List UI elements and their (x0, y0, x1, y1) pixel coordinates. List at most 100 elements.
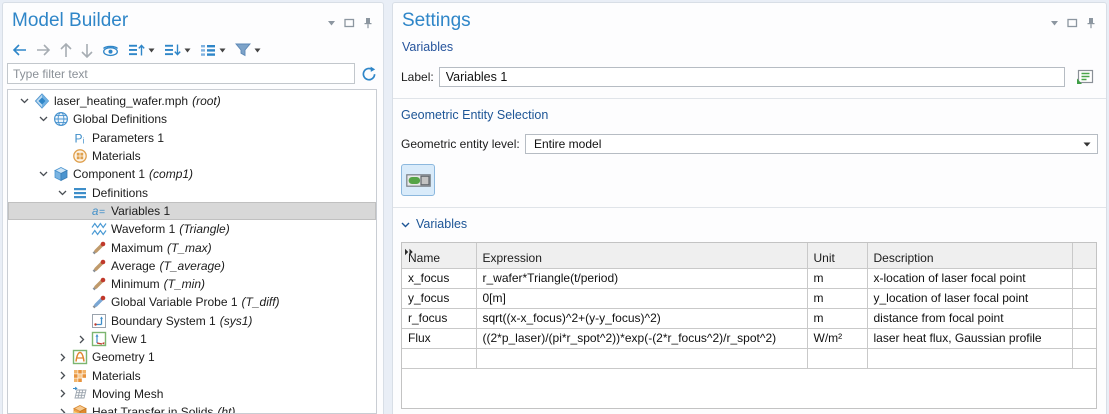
tree-item-global-variable-probe-1[interactable]: Global Variable Probe 1(T_diff) (8, 293, 376, 311)
table-row (402, 348, 1096, 368)
tree-item-definitions[interactable]: Definitions (8, 183, 376, 201)
table-blank-area[interactable] (402, 369, 1096, 409)
table-cell[interactable] (476, 348, 807, 368)
moving-mesh-icon (71, 386, 88, 402)
table-cell[interactable] (1072, 268, 1096, 288)
tree-item-variables-1[interactable]: a=Variables 1 (8, 202, 376, 220)
table-cell[interactable]: m (807, 288, 867, 308)
filter-funnel-button[interactable] (235, 43, 261, 57)
comsol-app: Model Builder laser_heating_wafer.mph(ro… (0, 0, 1109, 414)
table-cell[interactable]: distance from focal point (867, 308, 1072, 328)
tree-item-boundary-system-1[interactable]: Boundary System 1(sys1) (8, 312, 376, 330)
column-header-label: Unit (814, 251, 835, 265)
column-header-label: Description (874, 251, 934, 265)
chevron-collapsed-icon[interactable] (54, 353, 71, 362)
forward-arrow-button[interactable] (36, 44, 51, 56)
global-probe-icon (90, 294, 107, 310)
back-arrow-button[interactable] (12, 44, 27, 56)
table-cell[interactable]: m (807, 308, 867, 328)
show-eye-button[interactable] (102, 44, 119, 57)
table-cell[interactable]: y_location of laser focal point (867, 288, 1072, 308)
tree-item-label: Boundary System 1 (111, 314, 216, 328)
tree-item-heat-transfer-in-solids[interactable]: Heat Transfer in Solids(ht) (8, 403, 376, 414)
panel-menu-icon[interactable] (1050, 20, 1059, 26)
tree-item-maximum[interactable]: Maximum(T_max) (8, 238, 376, 256)
label-input[interactable] (439, 67, 1065, 87)
table-cell[interactable] (1072, 348, 1096, 368)
float-icon[interactable] (344, 18, 355, 28)
chevron-expanded-icon[interactable] (16, 98, 33, 104)
table-cell[interactable]: r_focus (402, 308, 476, 328)
tree-item-moving-mesh[interactable]: Moving Mesh (8, 385, 376, 403)
pin-icon[interactable] (363, 17, 373, 29)
corner-expand-icon[interactable] (404, 245, 414, 259)
entity-level-label: Geometric entity level: (401, 137, 525, 151)
table-cell[interactable] (402, 348, 476, 368)
table-cell[interactable]: x_focus (402, 268, 476, 288)
table-cell[interactable]: laser heat flux, Gaussian profile (867, 328, 1072, 348)
chevron-expanded-icon[interactable] (54, 190, 71, 196)
pin-icon[interactable] (1086, 17, 1096, 29)
table-cell[interactable] (1072, 288, 1096, 308)
filter-input[interactable] (7, 63, 355, 84)
active-toggle-button[interactable] (401, 164, 435, 196)
tree-item-geometry-1[interactable]: Geometry 1 (8, 348, 376, 366)
tree-item-component-1[interactable]: Component 1(comp1) (8, 165, 376, 183)
table-cell[interactable]: m (807, 268, 867, 288)
dropdown-caret-icon[interactable] (184, 48, 191, 53)
tree-detail-button[interactable] (200, 44, 226, 57)
tree-item-label: Geometry 1 (92, 350, 155, 364)
tree-item-waveform-1[interactable]: Waveform 1(Triangle) (8, 220, 376, 238)
geometric-entity-selection-section-header[interactable]: Geometric Entity Selection (393, 99, 1106, 122)
probe-icon (90, 258, 107, 274)
chevron-collapsed-icon[interactable] (54, 389, 71, 398)
dropdown-caret-icon[interactable] (254, 48, 261, 53)
settings-header: Settings (393, 3, 1106, 35)
variables-section-header[interactable]: Variables (393, 208, 1106, 231)
table-cell[interactable]: Flux (402, 328, 476, 348)
tree-item-materials[interactable]: Materials (8, 147, 376, 165)
chevron-collapsed-icon[interactable] (54, 408, 71, 414)
table-cell[interactable]: y_focus (402, 288, 476, 308)
expand-tree-icon (128, 43, 145, 57)
tree-item-global-definitions[interactable]: Global Definitions (8, 110, 376, 128)
table-cell[interactable]: sqrt((x-x_focus)^2+(y-y_focus)^2) (476, 308, 807, 328)
table-cell[interactable]: W/m² (807, 328, 867, 348)
panel-menu-icon[interactable] (327, 20, 336, 26)
chevron-collapsed-icon[interactable] (73, 335, 90, 344)
table-cell[interactable] (1072, 308, 1096, 328)
table-cell[interactable]: x-location of laser focal point (867, 268, 1072, 288)
show-name-button[interactable] (1073, 67, 1097, 87)
tree-item-view-1[interactable]: View 1 (8, 330, 376, 348)
tree-item-label: Global Variable Probe 1 (111, 295, 238, 309)
tree-item-label: Average (111, 259, 155, 273)
chevron-expanded-icon[interactable] (35, 116, 52, 122)
tree-item-minimum[interactable]: Minimum(T_min) (8, 275, 376, 293)
dropdown-caret-icon[interactable] (219, 48, 226, 53)
table-cell[interactable] (867, 348, 1072, 368)
move-down-arrow-button[interactable] (81, 43, 93, 58)
chevron-expanded-icon[interactable] (35, 171, 52, 177)
table-cell[interactable] (1072, 328, 1096, 348)
chevron-collapsed-icon[interactable] (54, 371, 71, 380)
tree-item-materials[interactable]: Materials (8, 366, 376, 384)
entity-level-value: Entire model (534, 137, 601, 151)
refresh-icon[interactable] (361, 66, 377, 82)
entity-level-select[interactable]: Entire model (525, 134, 1098, 154)
label-row: Label: (401, 67, 1097, 87)
tree-item-average[interactable]: Average(T_average) (8, 257, 376, 275)
expand-tree-button[interactable] (128, 43, 155, 57)
table-cell[interactable] (807, 348, 867, 368)
back-arrow-icon (12, 44, 27, 56)
float-icon[interactable] (1067, 18, 1078, 28)
collapse-tree-button[interactable] (164, 43, 191, 57)
tree-item-parameters-1[interactable]: PiParameters 1 (8, 129, 376, 147)
table-cell[interactable]: r_wafer*Triangle(t/period) (476, 268, 807, 288)
tree-item-laser-heating-wafer-mph[interactable]: laser_heating_wafer.mph(root) (8, 92, 376, 110)
table-cell[interactable]: ((2*p_laser)/(pi*r_spot^2))*exp(-(2*r_fo… (476, 328, 807, 348)
table-cell[interactable]: 0[m] (476, 288, 807, 308)
dropdown-caret-icon[interactable] (148, 48, 155, 53)
tree-item-label: Variables 1 (111, 204, 170, 218)
move-up-arrow-button[interactable] (60, 43, 72, 58)
svg-text:a: a (92, 206, 98, 218)
